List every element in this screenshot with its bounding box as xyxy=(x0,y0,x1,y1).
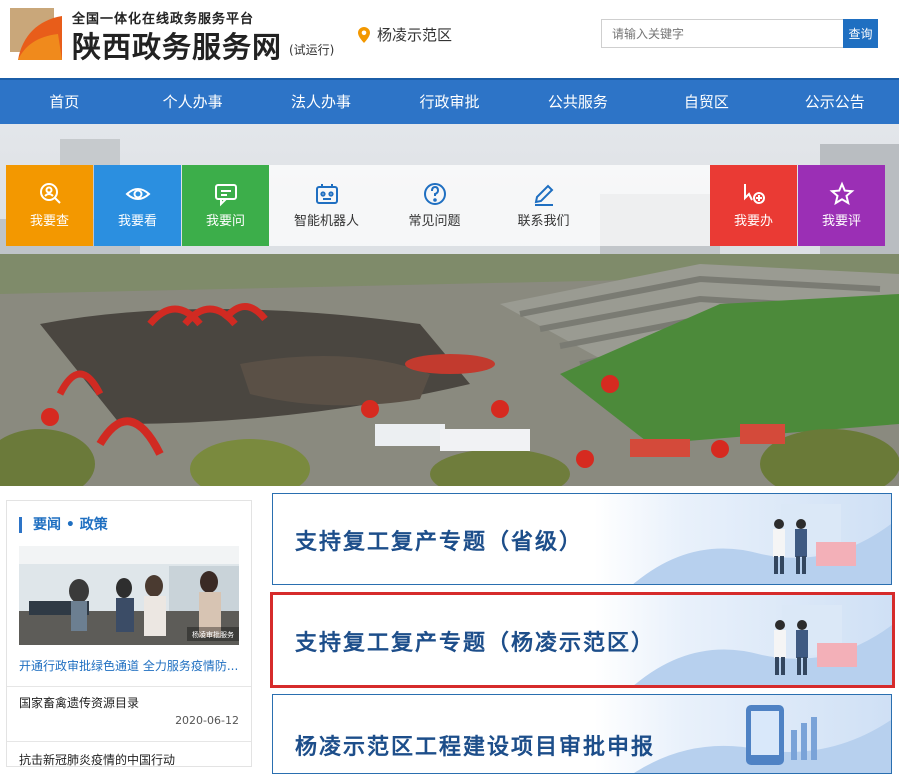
news-divider xyxy=(7,741,251,742)
tile-view-label: 我要看 xyxy=(117,214,157,229)
nav-legal-person[interactable]: 法人办事 xyxy=(257,80,385,124)
nav-announcements[interactable]: 公示公告 xyxy=(771,80,899,124)
trial-label: (试运行) xyxy=(289,43,335,57)
tile-faq-label: 常见问题 xyxy=(408,214,461,229)
location-label: 杨凌示范区 xyxy=(377,26,453,44)
tile-query[interactable]: 我要查 xyxy=(6,165,93,246)
site-logo-icon[interactable] xyxy=(8,6,64,62)
tile-handle-label: 我要办 xyxy=(733,214,773,229)
topic-banner-provincial[interactable]: 支持复工复产专题（省级） xyxy=(272,493,892,585)
news-image-tag: 杨凌审批服务 xyxy=(192,630,234,639)
location-pin-icon xyxy=(358,26,370,43)
tile-handle[interactable]: 我要办 xyxy=(710,165,797,246)
news-section-title[interactable]: 要闻 • 政策 xyxy=(19,517,108,533)
nav-home[interactable]: 首页 xyxy=(0,80,128,124)
tile-rate-label: 我要评 xyxy=(821,214,861,229)
topic-banner-construction[interactable]: 杨凌示范区工程建设项目审批申报 xyxy=(272,694,892,774)
news-item-title[interactable]: 抗击新冠肺炎疫情的中国行动 xyxy=(19,751,175,768)
topic-illustration-icon xyxy=(634,705,891,773)
topic-title: 杨凌示范区工程建设项目审批申报 xyxy=(295,735,656,760)
tile-contact-label: 联系我们 xyxy=(517,214,570,229)
main-nav: 首页 个人办事 法人办事 行政审批 公共服务 自贸区 公示公告 xyxy=(0,78,899,124)
news-panel: 要闻 • 政策 杨凌审批服务 开通行政审批绿色通道 全力服务疫情防... 国家畜… xyxy=(6,500,252,767)
topic-illustration-icon xyxy=(633,504,891,584)
search-button[interactable]: 查询 xyxy=(843,19,878,48)
tile-robot-label: 智能机器人 xyxy=(293,214,359,229)
star-icon xyxy=(829,181,854,206)
location-selector[interactable]: 杨凌示范区 xyxy=(358,24,452,45)
nav-free-trade-zone[interactable]: 自贸区 xyxy=(642,80,770,124)
chat-icon xyxy=(214,184,237,207)
tile-contact[interactable]: 联系我们 xyxy=(500,165,587,246)
pen-icon xyxy=(534,184,553,206)
news-item-title[interactable]: 国家畜禽遗传资源目录 xyxy=(19,694,139,711)
news-featured-caption[interactable]: 开通行政审批绿色通道 全力服务疫情防... xyxy=(19,657,241,674)
eye-icon xyxy=(125,188,150,200)
question-icon xyxy=(423,183,446,205)
tile-robot[interactable]: 智能机器人 xyxy=(283,165,370,246)
tile-ask-label: 我要问 xyxy=(205,214,245,229)
tile-query-label: 我要查 xyxy=(29,214,69,229)
nav-public-service[interactable]: 公共服务 xyxy=(514,80,642,124)
search-input[interactable] xyxy=(601,19,844,48)
cursor-plus-icon xyxy=(743,184,765,204)
search-person-icon xyxy=(39,183,61,204)
tile-view[interactable]: 我要看 xyxy=(94,165,181,246)
nav-admin-approval[interactable]: 行政审批 xyxy=(385,80,513,124)
news-divider xyxy=(7,686,251,687)
site-title[interactable]: 陕西政务服务网 xyxy=(72,24,282,66)
tile-faq[interactable]: 常见问题 xyxy=(391,165,478,246)
topic-banner-yangling[interactable]: 支持复工复产专题（杨凌示范区） xyxy=(270,592,895,688)
news-featured-image[interactable]: 杨凌审批服务 xyxy=(19,546,239,645)
news-item-date: 2020-06-12 xyxy=(175,714,239,727)
topic-title: 支持复工复产专题（省级） xyxy=(295,530,584,555)
tile-rate[interactable]: 我要评 xyxy=(798,165,885,246)
nav-personal[interactable]: 个人办事 xyxy=(128,80,256,124)
topic-illustration-icon xyxy=(634,605,892,685)
robot-icon xyxy=(315,184,338,204)
tile-ask[interactable]: 我要问 xyxy=(182,165,269,246)
site-header: 全国一体化在线政务服务平台 陕西政务服务网 (试运行) 杨凌示范区 查询 xyxy=(0,0,899,78)
topic-title: 支持复工复产专题（杨凌示范区） xyxy=(295,631,656,656)
